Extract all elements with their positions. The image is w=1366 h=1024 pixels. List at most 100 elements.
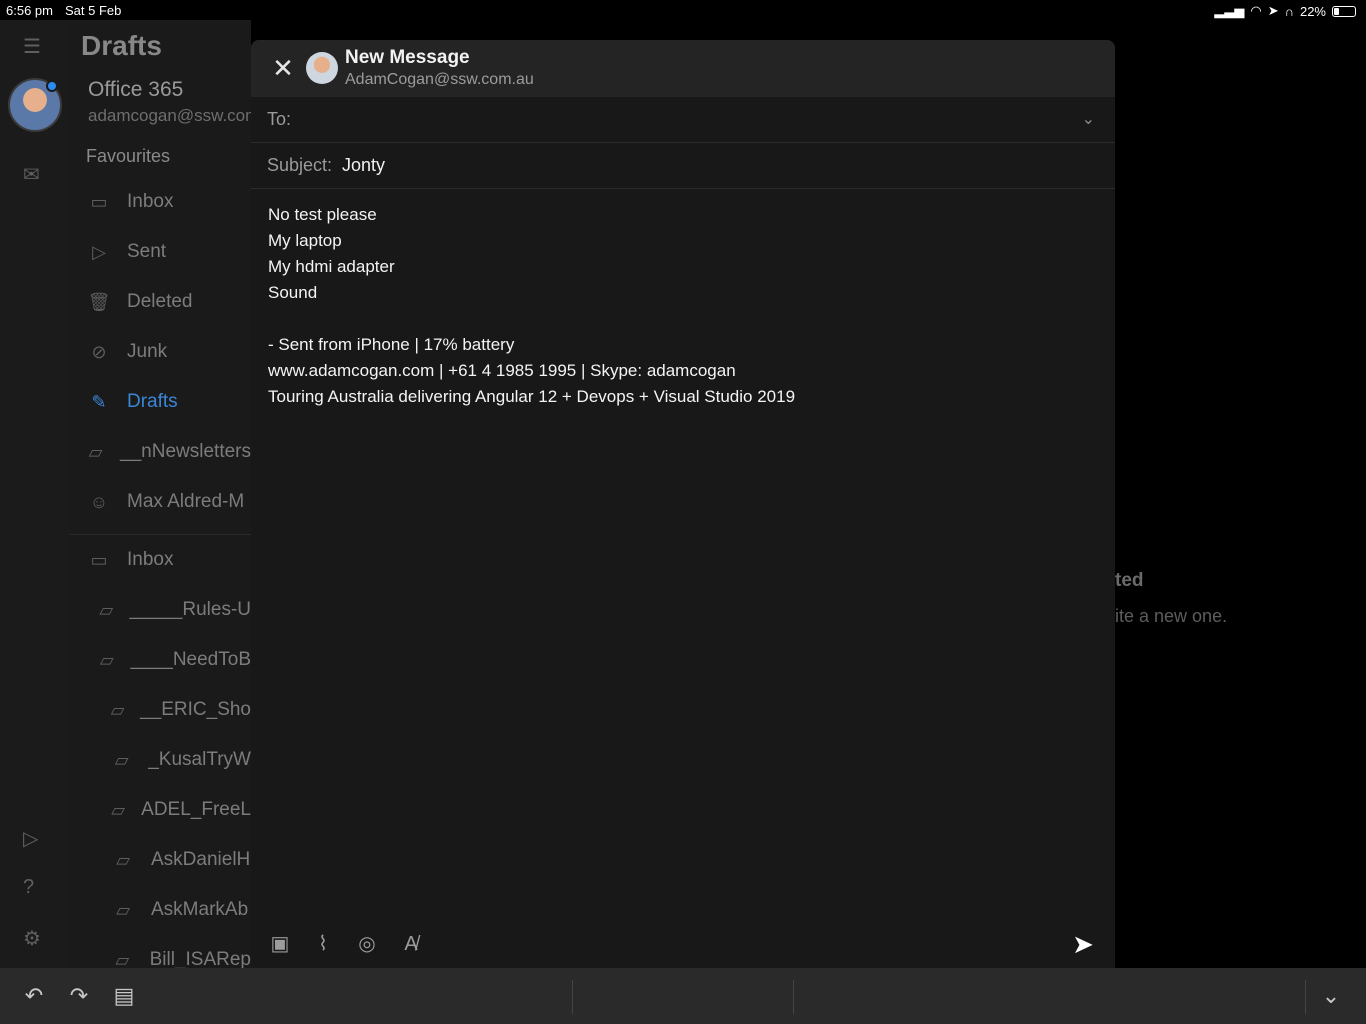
body-line: No test please <box>268 205 377 224</box>
sender-avatar <box>306 52 338 84</box>
headphones-icon: ∩ <box>1284 3 1294 19</box>
shortcut-divider <box>572 980 573 1014</box>
add-account-mail-icon[interactable]: ✉ <box>23 162 40 187</box>
body-line: My laptop <box>268 231 342 250</box>
trash-icon: 🗑 <box>87 291 111 312</box>
shortcut-divider <box>793 980 794 1014</box>
hamburger-menu-icon[interactable]: ☰ <box>23 34 41 59</box>
to-field[interactable]: To: ⌄ <box>251 97 1115 143</box>
account-rail: ☰ ✉ ▷ ? ⚙ <box>0 20 70 968</box>
keyboard-shortcut-bar: ↶ ↷ ▤ ⌄ <box>0 968 1366 1024</box>
message-body[interactable]: No test please My laptop My hdmi adapter… <box>268 202 795 410</box>
folder-item-person[interactable]: ☺ Max Aldred-M <box>70 482 251 522</box>
redo-icon[interactable]: ↷ <box>65 982 93 1010</box>
folder-item-inbox-all[interactable]: ▭ Inbox <box>70 540 251 580</box>
folder-item[interactable]: ▱ AskMarkAb <box>70 890 251 930</box>
compose-header: ✕ New Message AdamCogan@ssw.com.au <box>251 40 1115 97</box>
battery-percent: 22% <box>1299 3 1326 19</box>
folder-item[interactable]: ▱ Bill_ISARep <box>70 940 251 968</box>
body-line: Sound <box>268 283 318 302</box>
folder-label: Deleted <box>127 291 193 312</box>
hide-keyboard-chevron-icon[interactable]: ⌄ <box>1317 982 1345 1010</box>
settings-gear-icon[interactable]: ⚙ <box>23 926 41 951</box>
folder-icon: ▱ <box>114 749 129 770</box>
folder-icon: ▱ <box>99 599 114 620</box>
page-title: Drafts <box>81 30 162 61</box>
folder-label: _____Rules-U <box>129 599 251 620</box>
folder-icon: ▱ <box>116 849 130 870</box>
folder-item[interactable]: ▱ AskDanielH <box>70 840 251 880</box>
folder-label: Sent <box>127 241 167 262</box>
folder-item[interactable]: ▱ _KusalTryW <box>70 740 251 780</box>
paste-icon[interactable]: ▤ <box>110 982 138 1010</box>
folder-icon: ▱ <box>110 699 125 720</box>
folder-item[interactable]: ▱ ____NeedToB <box>70 640 251 680</box>
subject-label: Subject: <box>267 155 333 175</box>
account-status-dot <box>46 80 58 92</box>
shortcut-divider <box>1305 980 1306 1014</box>
folder-pane: Drafts Office 365 adamcogan@ssw.com.au F… <box>70 20 251 968</box>
person-icon: ☺ <box>89 491 109 512</box>
folder-label: Inbox <box>127 191 174 212</box>
empty-state-title: ted <box>1115 570 1144 591</box>
folder-item[interactable]: ▱ _____Rules-U <box>70 590 251 630</box>
paperclip-icon[interactable]: ⌇ <box>309 930 337 958</box>
folder-item-sent[interactable]: ▷ Sent <box>70 232 251 272</box>
format-text-icon[interactable]: A̸ <box>397 930 425 958</box>
compose-title: New Message <box>345 47 470 68</box>
account-name: Office 365 <box>88 78 184 101</box>
folder-label: Drafts <box>127 391 178 412</box>
junk-icon: ⊘ <box>91 341 107 362</box>
cellular-signal-icon: ▂▃▅ <box>1214 3 1245 18</box>
status-time: 6:56 pm <box>6 3 53 18</box>
folder-item[interactable]: ▱ ADEL_FreeL <box>70 790 251 830</box>
message-pane <box>1115 70 1366 968</box>
subject-field[interactable]: Subject: Jonty <box>251 143 1115 189</box>
folder-item-newsletters[interactable]: ▱ __nNewsletters <box>70 432 251 472</box>
body-line <box>268 306 795 332</box>
folder-label: Junk <box>127 341 168 362</box>
folder-label: __nNewsletters <box>120 441 251 462</box>
folder-item-inbox[interactable]: ▭ Inbox <box>70 182 251 222</box>
camera-icon[interactable]: ◎ <box>353 930 381 958</box>
wifi-icon: ◠ <box>1250 3 1262 18</box>
favourites-heading: Favourites <box>86 146 171 166</box>
undo-icon[interactable]: ↶ <box>20 982 48 1010</box>
folder-label: ____NeedToB <box>130 649 251 670</box>
help-icon[interactable]: ? <box>23 876 34 899</box>
body-line: Touring Australia delivering Angular 12 … <box>268 387 796 406</box>
pencil-icon: ✎ <box>91 391 107 412</box>
folder-label: ADEL_FreeL <box>141 799 251 820</box>
folder-item[interactable]: ▱ __ERIC_Sho <box>70 690 251 730</box>
battery-icon <box>1332 5 1356 17</box>
folder-label: __ERIC_Sho <box>140 699 251 720</box>
subject-input[interactable]: Jonty <box>342 155 385 176</box>
play-icon[interactable]: ▷ <box>23 826 38 851</box>
send-button[interactable]: ➤ <box>1067 928 1099 960</box>
status-date: Sat 5 Feb <box>65 3 122 18</box>
empty-state-body: ite a new one. <box>1115 606 1228 626</box>
close-icon[interactable]: ✕ <box>269 54 297 82</box>
folder-item-drafts[interactable]: ✎ Drafts <box>70 382 251 422</box>
chevron-down-icon[interactable]: ⌄ <box>1082 109 1095 129</box>
folder-icon: ▱ <box>115 949 130 969</box>
to-label: To: <box>267 109 292 129</box>
folder-label: AskMarkAb <box>151 899 249 920</box>
folder-item-deleted[interactable]: 🗑 Deleted <box>70 282 251 322</box>
sender-email[interactable]: AdamCogan@ssw.com.au <box>345 71 534 89</box>
folder-item-junk[interactable]: ⊘ Junk <box>70 332 251 372</box>
folder-icon: ▱ <box>88 441 103 462</box>
inbox-icon: ▭ <box>90 191 108 212</box>
body-line: - Sent from iPhone | 17% battery <box>268 335 515 354</box>
status-indicators: ▂▃▅ ◠ ➤ ∩ 22% <box>1214 3 1356 19</box>
account-email: adamcogan@ssw.com.au <box>88 106 251 125</box>
calendar-add-icon[interactable]: ▣ <box>266 930 294 958</box>
folder-label: Max Aldred-M <box>127 491 245 512</box>
send-icon: ▷ <box>92 241 106 262</box>
app-root: 6:56 pm Sat 5 Feb ▂▃▅ ◠ ➤ ∩ 22% ☰ ✉ ▷ ? … <box>0 0 1366 1024</box>
folder-label: AskDanielH <box>151 849 251 870</box>
folder-icon: ▱ <box>111 799 125 820</box>
status-bar: 6:56 pm Sat 5 Feb ▂▃▅ ◠ ➤ ∩ 22% <box>0 0 1366 20</box>
compose-sheet: ✕ New Message AdamCogan@ssw.com.au To: ⌄… <box>251 40 1115 968</box>
folder-label: Bill_ISARep <box>149 949 251 968</box>
